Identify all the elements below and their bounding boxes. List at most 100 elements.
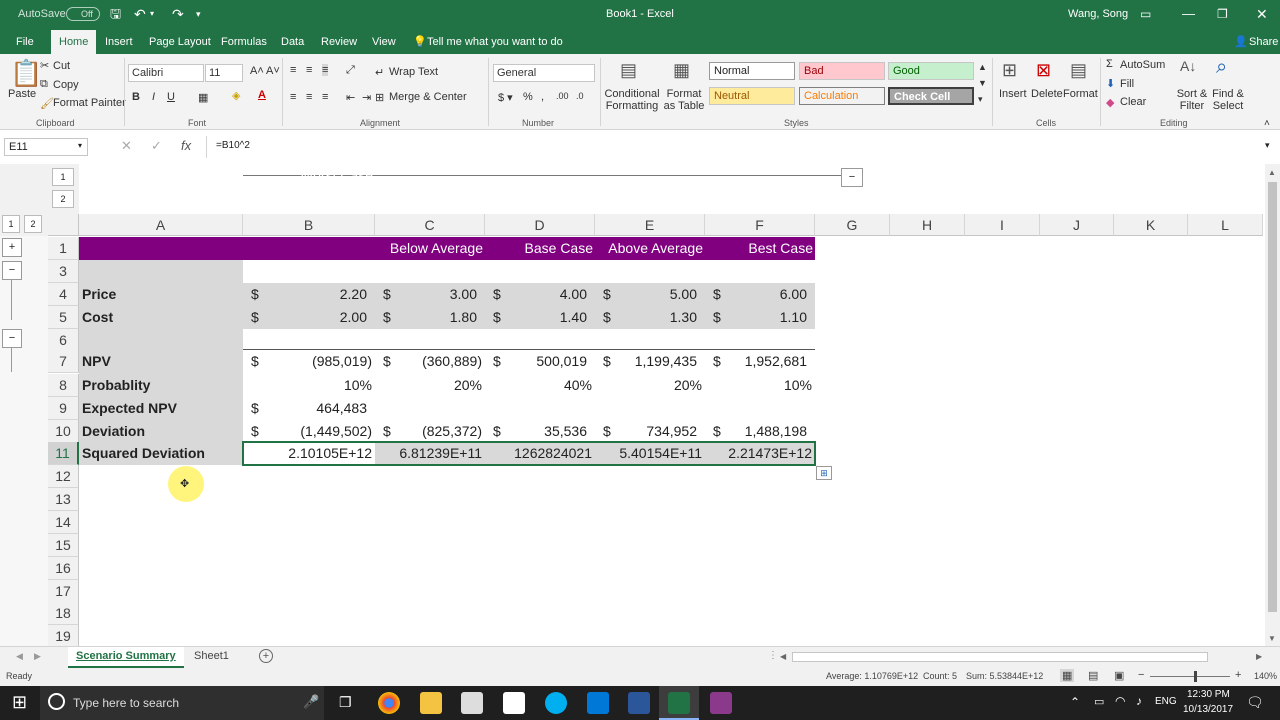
minimize-icon[interactable]: — — [1182, 0, 1195, 30]
sheet-tab-sheet1[interactable]: Sheet1 — [186, 647, 237, 668]
share-button[interactable]: Share — [1249, 30, 1278, 54]
col-outline-level-1[interactable]: 1 — [52, 168, 74, 186]
style-normal[interactable]: Normal — [709, 62, 795, 80]
status-sum[interactable]: Sum: 5.53844E+12 — [966, 671, 1043, 681]
align-center-icon[interactable]: ≡ — [306, 91, 312, 103]
prob-b[interactable]: 10% — [243, 374, 372, 397]
number-format-select[interactable]: General — [493, 64, 595, 82]
user-name[interactable]: Wang, Song — [1068, 0, 1128, 30]
expected-npv-value[interactable]: 464,483 — [243, 397, 367, 420]
normal-view-icon[interactable]: ▦ — [1060, 669, 1075, 682]
prob-d[interactable]: 40% — [485, 374, 592, 397]
format-as-table-icon[interactable]: ▦ — [673, 60, 690, 81]
row-header-11[interactable]: 11 — [48, 442, 79, 465]
cancel-entry-icon[interactable]: ✕ — [121, 138, 132, 154]
collapse-ribbon-icon[interactable]: ˄ — [1264, 118, 1270, 129]
label-deviation[interactable]: Deviation — [82, 420, 145, 443]
zoom-level[interactable]: 140% — [1254, 671, 1277, 681]
share-icon[interactable]: 👤 — [1234, 30, 1248, 54]
col-outline-level-2[interactable]: 2 — [52, 190, 74, 208]
insert-cells-button[interactable]: Insert — [999, 88, 1027, 100]
align-right-icon[interactable]: ≡ — [322, 91, 328, 103]
status-count[interactable]: Count: 5 — [923, 671, 957, 681]
col-header-f[interactable]: F — [705, 214, 815, 236]
clear-icon[interactable]: ◆ — [1106, 96, 1114, 109]
underline-icon[interactable]: U — [167, 91, 175, 103]
row-outline-level-1[interactable]: 1 — [2, 215, 20, 233]
zoom-slider-thumb[interactable] — [1194, 671, 1197, 682]
header-above-average[interactable]: Above Average — [595, 237, 703, 260]
styles-more-icon[interactable]: ▾ — [978, 94, 983, 105]
percent-icon[interactable]: % — [523, 91, 533, 103]
volume-icon[interactable]: ♪ — [1136, 694, 1142, 708]
row-header-18[interactable]: 18 — [48, 602, 79, 625]
comma-icon[interactable]: , — [541, 91, 544, 103]
excel-icon[interactable] — [668, 692, 690, 714]
orientation-icon[interactable]: ⤢ — [346, 64, 355, 77]
merge-center-button[interactable]: Merge & Center — [389, 91, 467, 103]
format-cells-icon[interactable]: ▤ — [1070, 60, 1087, 81]
col-header-b[interactable]: B — [243, 214, 375, 236]
dev-d[interactable]: 35,536 — [485, 420, 587, 443]
people-icon[interactable]: ⌃ — [1070, 695, 1080, 709]
scroll-left-icon[interactable]: ◀ — [780, 652, 786, 661]
font-size-select[interactable]: 11 — [205, 64, 243, 82]
col-header-l[interactable]: L — [1188, 214, 1263, 236]
decrease-indent-icon[interactable]: ⇤ — [346, 91, 355, 104]
price-f[interactable]: 6.00 — [705, 283, 807, 306]
row-header-12[interactable]: 12 — [48, 465, 79, 488]
label-expected-npv[interactable]: Expected NPV — [82, 397, 177, 420]
cost-f[interactable]: 1.10 — [705, 306, 807, 329]
prev-sheet-icon[interactable]: ◀ — [16, 651, 23, 662]
npv-e[interactable]: 1,199,435 — [595, 350, 697, 373]
row-header-9[interactable]: 9 — [48, 397, 79, 420]
page-layout-view-icon[interactable]: ▤ — [1088, 669, 1098, 682]
font-name-select[interactable]: Calibri — [128, 64, 204, 82]
delete-cells-icon[interactable]: ⊠ — [1036, 60, 1051, 81]
sheet-tab-scenario-summary[interactable]: Scenario Summary — [68, 647, 184, 668]
tab-file[interactable]: File — [16, 30, 34, 54]
header-worst-case[interactable]: Worst Case — [243, 164, 373, 187]
format-cells-button[interactable]: Format — [1063, 88, 1098, 100]
conditional-formatting-icon[interactable]: ▤ — [620, 60, 637, 81]
dev-e[interactable]: 734,952 — [595, 420, 697, 443]
cost-c[interactable]: 1.80 — [375, 306, 477, 329]
restore-icon[interactable]: ❐ — [1217, 0, 1228, 30]
row-header-6[interactable]: 6 — [48, 329, 79, 352]
quick-analysis-icon[interactable]: ⊞ — [816, 466, 832, 480]
row-header-19[interactable]: 19 — [48, 625, 79, 648]
fill-color-icon[interactable]: ◈ — [232, 89, 240, 102]
cost-e[interactable]: 1.30 — [595, 306, 697, 329]
npv-f[interactable]: 1,952,681 — [705, 350, 807, 373]
col-header-g[interactable]: G — [815, 214, 890, 236]
fill-icon[interactable]: ⬇ — [1106, 77, 1115, 90]
sqdev-d[interactable]: 1262824021 — [485, 442, 592, 465]
prob-e[interactable]: 20% — [595, 374, 702, 397]
edge-icon[interactable] — [587, 692, 609, 714]
price-c[interactable]: 3.00 — [375, 283, 477, 306]
row-expand-button[interactable]: + — [2, 238, 22, 257]
row-header-13[interactable]: 13 — [48, 488, 79, 511]
paste-button[interactable]: Paste — [8, 88, 36, 100]
row-header-10[interactable]: 10 — [48, 420, 79, 443]
find-select-icon[interactable]: ⌕ — [1216, 56, 1227, 79]
decrease-decimal-icon[interactable]: .0 — [576, 91, 584, 101]
conditional-formatting-button[interactable]: Conditional Formatting — [604, 88, 660, 112]
row-header-5[interactable]: 5 — [48, 306, 79, 329]
scroll-right-icon[interactable]: ▶ — [1256, 652, 1262, 661]
currency-icon[interactable]: $ ▾ — [498, 91, 513, 104]
col-header-d[interactable]: D — [485, 214, 595, 236]
camera-icon[interactable] — [461, 692, 483, 714]
col-header-c[interactable]: C — [375, 214, 485, 236]
label-squared-deviation[interactable]: Squared Deviation — [82, 442, 205, 465]
save-icon[interactable]: 🖫 — [110, 0, 121, 30]
cut-button[interactable]: Cut — [53, 60, 70, 72]
zoom-slider[interactable] — [1150, 676, 1230, 677]
scroll-down-icon[interactable]: ▼ — [1268, 634, 1276, 643]
ribbon-display-icon[interactable]: ▭ — [1140, 0, 1151, 30]
header-base-case[interactable]: Base Case — [485, 237, 593, 260]
row-header-15[interactable]: 15 — [48, 534, 79, 557]
close-icon[interactable]: ✕ — [1256, 0, 1268, 30]
label-probability[interactable]: Probablity — [82, 374, 150, 397]
status-average[interactable]: Average: 1.10769E+12 — [826, 671, 918, 681]
